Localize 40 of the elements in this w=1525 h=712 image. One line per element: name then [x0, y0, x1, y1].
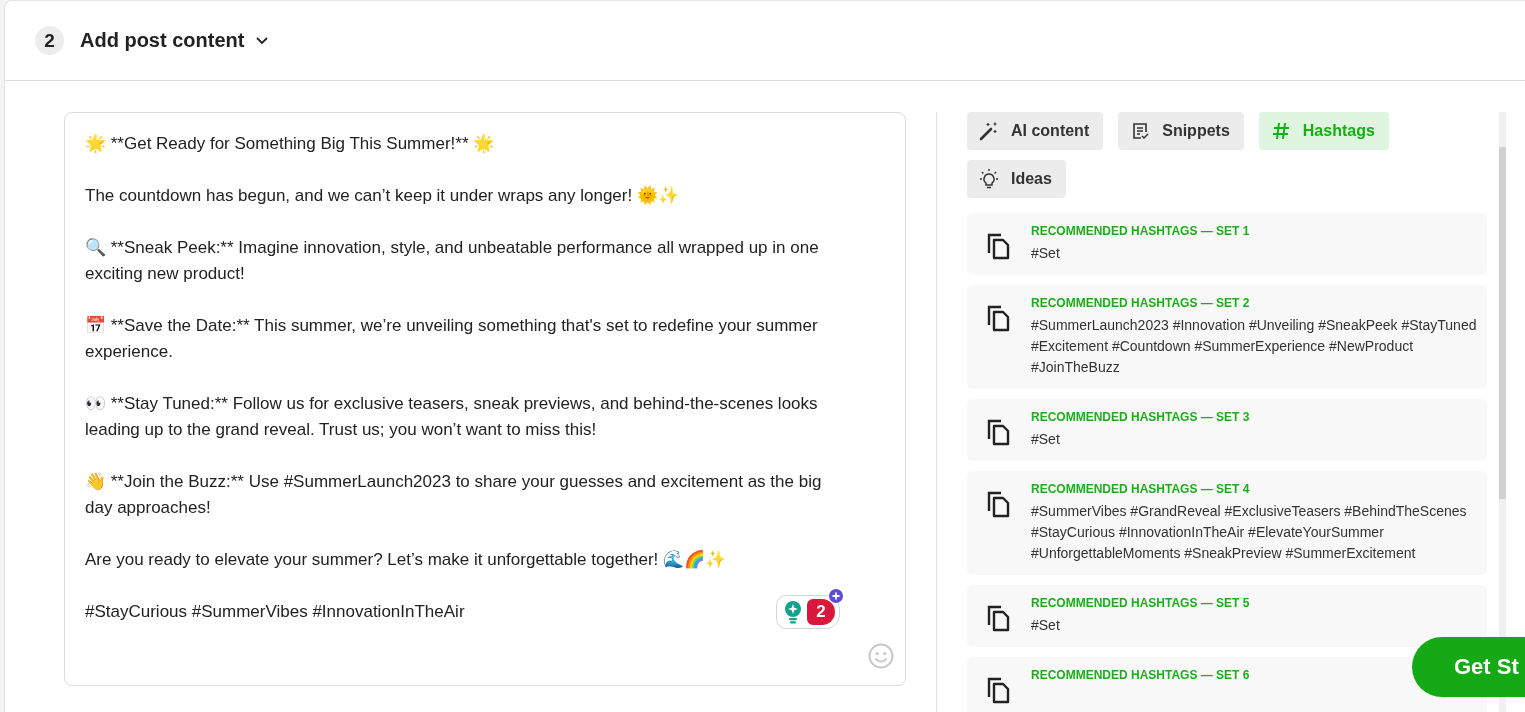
paragraph: 🔍 **Sneak Peek:** Imagine innovation, style, and unbeatable performance all wrapped up in one exciting new product! [85, 237, 820, 285]
paragraph: The countdown has begun, and we can’t keep it under wraps any longer! 🌞✨ [85, 184, 679, 207]
tab[interactable]: AI content [967, 112, 1104, 150]
plus-icon [829, 589, 843, 603]
paragraph: 📅 **Save the Date:** This summer, we’re unveiling something that's set to redefine your summer experience. [85, 315, 819, 363]
set-heading: RECOMMENDED HASHTAGS — SET 4 [1031, 482, 1251, 496]
copy-icon[interactable] [985, 604, 1011, 632]
hashtag-list: #SummerLaunch2023 #Innovation #Unveiling #SneakPeek #StayTuned #Excitement #Countdown #SummerExperience #NewProduct #JoinTheBuzz [1031, 315, 1477, 378]
set-heading: RECOMMENDED HASHTAGS — SET 1 [1031, 224, 1250, 238]
copy-icon[interactable] [985, 304, 1011, 332]
copy-icon[interactable] [985, 490, 1011, 518]
lightbulb-icon [783, 600, 803, 624]
document-check-icon [1130, 121, 1151, 141]
copy-icon[interactable] [985, 676, 1011, 704]
magic-wand-icon [979, 121, 999, 141]
paragraph: 👀 **Stay Tuned:** Follow us for exclusive teasers, sneak previews, and behind-the-scenes looks leading up to the grand reveal. Trust us; you won’t want to miss this! [85, 393, 819, 441]
assistant-widget[interactable]: 2 [776, 595, 840, 629]
set-heading: RECOMMENDED HASHTAGS — SET 3 [1031, 410, 1250, 424]
tab[interactable]: Ideas [967, 160, 1066, 198]
section-title-toggle[interactable]: Add post content [80, 29, 269, 52]
hashtag-list: #Set [1031, 243, 1250, 264]
step-number: 2 [35, 26, 64, 55]
copy-icon[interactable] [985, 232, 1011, 260]
paragraph: #StayCurious #SummerVibes #InnovationInTheAir [85, 601, 465, 623]
set-heading: RECOMMENDED HASHTAGS — SET 6 [1031, 668, 1250, 682]
hashtag-list: #Set [1031, 429, 1250, 450]
set-heading: RECOMMENDED HASHTAGS — SET 5 [1031, 596, 1250, 610]
tab[interactable]: Snippets [1118, 112, 1244, 150]
hashtag-list: #SummerVibes #GrandReveal #ExclusiveTeasers #BehindTheScenes #StayCurious #InnovationInTheAir #ElevateYourSummer #UnforgettableMoments #SneakPreview #SummerExcitement [1031, 501, 1477, 564]
post-editor[interactable] [64, 112, 906, 686]
paragraph: 🌟 **Get Ready for Something Big This Summer!** 🌟 [85, 133, 495, 155]
set-heading: RECOMMENDED HASHTAGS — SET 2 [1031, 296, 1251, 310]
paragraph: Are you ready to elevate your summer? Let’s make it unforgettable together! 🌊🌈✨ [85, 548, 726, 571]
hashtag-icon [1270, 121, 1291, 141]
scrollbar-thumb[interactable] [1499, 147, 1506, 499]
copy-icon[interactable] [985, 418, 1011, 446]
lightbulb-icon [979, 168, 999, 190]
alert-count-badge: 2 [807, 599, 835, 625]
paragraph: 👋 **Join the Buzz:** Use #SummerLaunch2023 to share your guesses and excitement as the big day approaches! [85, 471, 823, 519]
hashtag-list: #Set [1031, 615, 1250, 636]
